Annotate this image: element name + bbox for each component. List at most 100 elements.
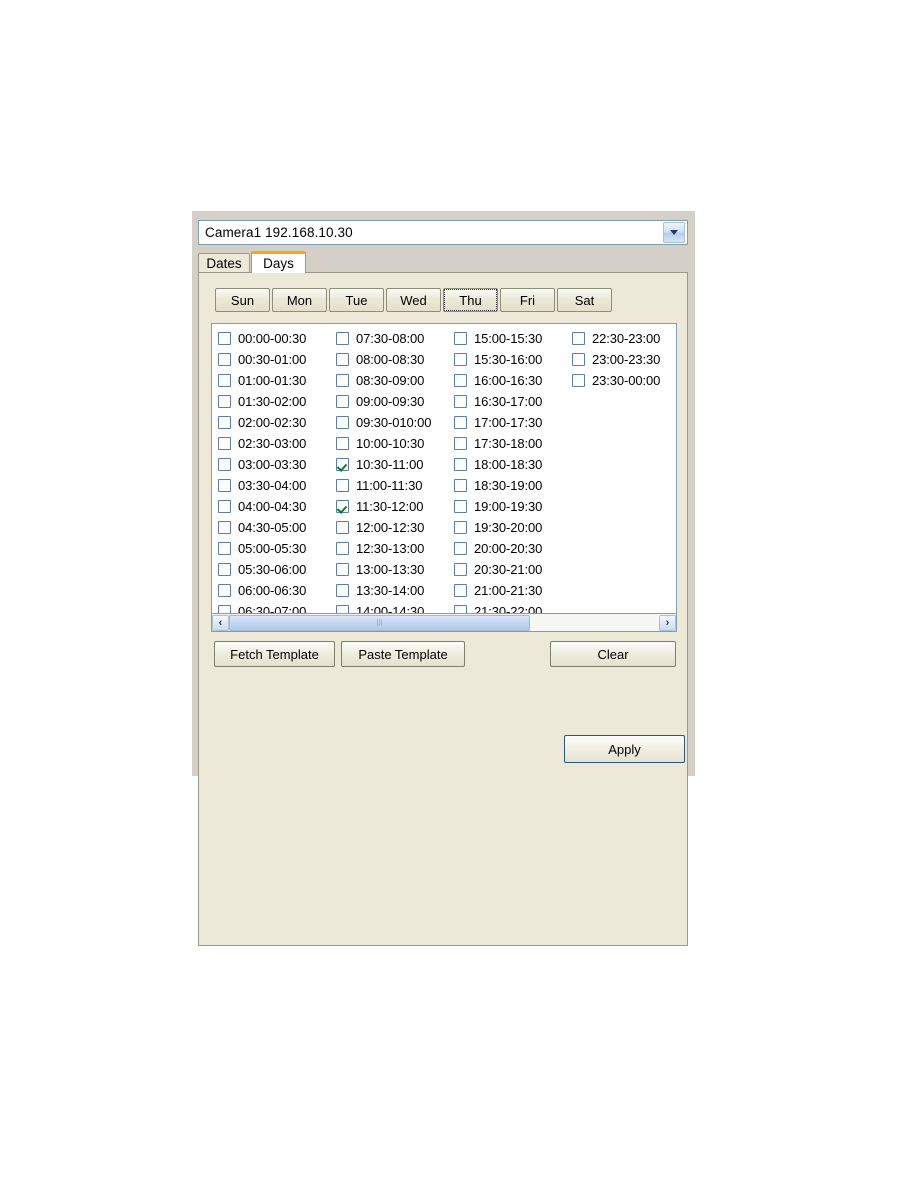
camera-select-dropdown-button[interactable]: [663, 222, 685, 243]
time-slot-item[interactable]: 05:30-06:00: [218, 559, 336, 580]
time-slot-item[interactable]: 09:30-010:00: [336, 412, 454, 433]
time-slot-item[interactable]: 10:00-10:30: [336, 433, 454, 454]
time-slot-item[interactable]: 04:30-05:00: [218, 517, 336, 538]
time-slot-item[interactable]: 19:30-20:00: [454, 517, 572, 538]
checkbox-icon[interactable]: [454, 353, 467, 366]
time-slot-item[interactable]: 16:30-17:00: [454, 391, 572, 412]
time-slot-item[interactable]: 17:30-18:00: [454, 433, 572, 454]
checkbox-checked-icon[interactable]: [336, 500, 349, 513]
checkbox-icon[interactable]: [336, 584, 349, 597]
time-slot-item[interactable]: 03:00-03:30: [218, 454, 336, 475]
checkbox-icon[interactable]: [218, 437, 231, 450]
scrollbar-thumb[interactable]: [229, 614, 530, 631]
checkbox-icon[interactable]: [336, 521, 349, 534]
time-slot-item[interactable]: 01:00-01:30: [218, 370, 336, 391]
checkbox-icon[interactable]: [454, 584, 467, 597]
checkbox-icon[interactable]: [454, 332, 467, 345]
time-slot-item[interactable]: 23:00-23:30: [572, 349, 676, 370]
time-slot-item[interactable]: 00:30-01:00: [218, 349, 336, 370]
time-slot-item[interactable]: 13:00-13:30: [336, 559, 454, 580]
checkbox-icon[interactable]: [218, 605, 231, 613]
day-button-wed[interactable]: Wed: [386, 288, 441, 312]
checkbox-icon[interactable]: [454, 563, 467, 576]
time-slot-item[interactable]: 08:30-09:00: [336, 370, 454, 391]
time-slot-item[interactable]: 06:00-06:30: [218, 580, 336, 601]
time-slot-item[interactable]: 02:30-03:00: [218, 433, 336, 454]
checkbox-icon[interactable]: [336, 563, 349, 576]
checkbox-icon[interactable]: [336, 353, 349, 366]
scroll-left-arrow-icon[interactable]: ‹: [212, 614, 229, 631]
day-button-thu[interactable]: Thu: [443, 288, 498, 312]
time-slot-listbox[interactable]: 00:00-00:30 00:30-01:00 01:00-01:30 01:30-0…: [211, 323, 677, 614]
time-slot-item[interactable]: 15:00-15:30: [454, 328, 572, 349]
horizontal-scrollbar[interactable]: ‹ ›: [211, 614, 677, 632]
day-button-fri[interactable]: Fri: [500, 288, 555, 312]
time-slot-item[interactable]: 12:00-12:30: [336, 517, 454, 538]
checkbox-icon[interactable]: [336, 605, 349, 613]
checkbox-icon[interactable]: [218, 500, 231, 513]
day-button-tue[interactable]: Tue: [329, 288, 384, 312]
checkbox-icon[interactable]: [218, 416, 231, 429]
time-slot-item[interactable]: 10:30-11:00: [336, 454, 454, 475]
checkbox-icon[interactable]: [572, 332, 585, 345]
checkbox-icon[interactable]: [218, 353, 231, 366]
time-slot-item[interactable]: 02:00-02:30: [218, 412, 336, 433]
clear-button[interactable]: Clear: [550, 641, 676, 667]
day-button-sun[interactable]: Sun: [215, 288, 270, 312]
time-slot-item[interactable]: 05:00-05:30: [218, 538, 336, 559]
time-slot-item[interactable]: 03:30-04:00: [218, 475, 336, 496]
checkbox-icon[interactable]: [218, 374, 231, 387]
checkbox-icon[interactable]: [336, 395, 349, 408]
time-slot-item[interactable]: 00:00-00:30: [218, 328, 336, 349]
time-slot-item[interactable]: 20:30-21:00: [454, 559, 572, 580]
time-slot-item[interactable]: 18:00-18:30: [454, 454, 572, 475]
time-slot-item[interactable]: 21:30-22:00: [454, 601, 572, 613]
checkbox-checked-icon[interactable]: [336, 458, 349, 471]
checkbox-icon[interactable]: [218, 542, 231, 555]
tab-days[interactable]: Days: [251, 251, 306, 273]
checkbox-icon[interactable]: [336, 479, 349, 492]
checkbox-icon[interactable]: [454, 374, 467, 387]
camera-select[interactable]: Camera1 192.168.10.30: [198, 220, 688, 245]
time-slot-item[interactable]: 23:30-00:00: [572, 370, 676, 391]
checkbox-icon[interactable]: [218, 563, 231, 576]
checkbox-icon[interactable]: [454, 395, 467, 408]
time-slot-item[interactable]: 09:00-09:30: [336, 391, 454, 412]
scroll-right-arrow-icon[interactable]: ›: [659, 614, 676, 631]
time-slot-item[interactable]: 14:00-14:30: [336, 601, 454, 613]
checkbox-icon[interactable]: [218, 584, 231, 597]
day-button-mon[interactable]: Mon: [272, 288, 327, 312]
time-slot-item[interactable]: 16:00-16:30: [454, 370, 572, 391]
time-slot-item[interactable]: 11:30-12:00: [336, 496, 454, 517]
paste-template-button[interactable]: Paste Template: [341, 641, 465, 667]
time-slot-item[interactable]: 13:30-14:00: [336, 580, 454, 601]
checkbox-icon[interactable]: [454, 458, 467, 471]
checkbox-icon[interactable]: [572, 353, 585, 366]
scrollbar-track[interactable]: [229, 614, 659, 631]
checkbox-icon[interactable]: [336, 332, 349, 345]
time-slot-item[interactable]: 06:30-07:00: [218, 601, 336, 613]
time-slot-item[interactable]: 07:30-08:00: [336, 328, 454, 349]
tab-dates[interactable]: Dates: [198, 253, 250, 273]
checkbox-icon[interactable]: [454, 521, 467, 534]
time-slot-item[interactable]: 22:30-23:00: [572, 328, 676, 349]
checkbox-icon[interactable]: [454, 416, 467, 429]
time-slot-item[interactable]: 15:30-16:00: [454, 349, 572, 370]
checkbox-icon[interactable]: [336, 542, 349, 555]
checkbox-icon[interactable]: [218, 395, 231, 408]
checkbox-icon[interactable]: [454, 437, 467, 450]
checkbox-icon[interactable]: [572, 374, 585, 387]
checkbox-icon[interactable]: [336, 374, 349, 387]
time-slot-item[interactable]: 19:00-19:30: [454, 496, 572, 517]
checkbox-icon[interactable]: [218, 479, 231, 492]
time-slot-item[interactable]: 12:30-13:00: [336, 538, 454, 559]
time-slot-item[interactable]: 04:00-04:30: [218, 496, 336, 517]
apply-button[interactable]: Apply: [564, 735, 685, 763]
checkbox-icon[interactable]: [454, 479, 467, 492]
checkbox-icon[interactable]: [218, 332, 231, 345]
time-slot-item[interactable]: 11:00-11:30: [336, 475, 454, 496]
time-slot-item[interactable]: 08:00-08:30: [336, 349, 454, 370]
checkbox-icon[interactable]: [336, 416, 349, 429]
time-slot-item[interactable]: 17:00-17:30: [454, 412, 572, 433]
fetch-template-button[interactable]: Fetch Template: [214, 641, 335, 667]
